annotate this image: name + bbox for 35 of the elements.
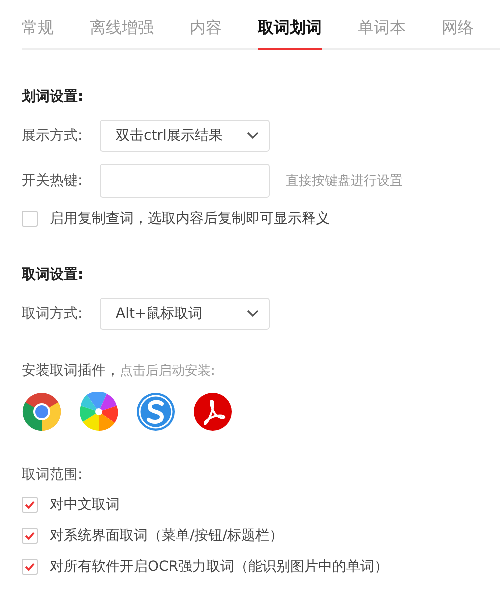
checkmark-icon: [25, 532, 35, 540]
checkbox-label: 对中文取词: [50, 496, 120, 514]
tab[interactable]: 内容: [190, 2, 222, 50]
checkbox[interactable]: [22, 559, 38, 575]
checkmark-icon: [25, 563, 35, 571]
hint-text: 直接按键盘进行设置: [286, 173, 403, 190]
section-heading: 取词范围:: [22, 466, 84, 484]
browser-icon[interactable]: [22, 392, 62, 432]
chevron-down-icon: [247, 310, 259, 318]
checkbox[interactable]: [22, 497, 38, 513]
checkbox-label: 对所有软件开启OCR强力取词（能识别图片中的单词）: [50, 558, 389, 576]
tab[interactable]: 单词本: [358, 2, 406, 50]
field-label: 展示方式:: [22, 127, 84, 145]
hotkey-field[interactable]: [100, 164, 270, 198]
tab[interactable]: 常规: [22, 2, 54, 50]
field-label: 开关热键:: [22, 172, 84, 190]
section-heading: 取词设置:: [22, 266, 85, 284]
section-heading: 划词设置:: [22, 88, 85, 106]
checkbox-label: 启用复制查词，选取内容后复制即可显示释义: [50, 210, 330, 228]
checkbox[interactable]: [22, 211, 38, 227]
pdf-reader-icon[interactable]: [193, 392, 233, 432]
s-logo-icon[interactable]: [136, 392, 176, 432]
capture-method-dropdown[interactable]: Alt+鼠标取词: [100, 298, 270, 330]
pinwheel-icon[interactable]: [79, 392, 119, 432]
tab[interactable]: 网络: [442, 2, 474, 50]
plugin-hint: 点击后启动安装:: [120, 364, 216, 379]
field-label: 取词方式:: [22, 305, 84, 323]
checkbox-label: 对系统界面取词（菜单/按钮/标题栏）: [50, 527, 284, 545]
display-mode-dropdown[interactable]: 双击ctrl展示结果: [100, 120, 270, 152]
checkmark-icon: [25, 501, 35, 509]
tab[interactable]: 取词划词: [258, 2, 322, 50]
tab[interactable]: 离线增强: [90, 2, 154, 50]
chevron-down-icon: [247, 132, 259, 140]
checkbox[interactable]: [22, 528, 38, 544]
plugin-label: 安装取词插件，: [22, 363, 120, 379]
